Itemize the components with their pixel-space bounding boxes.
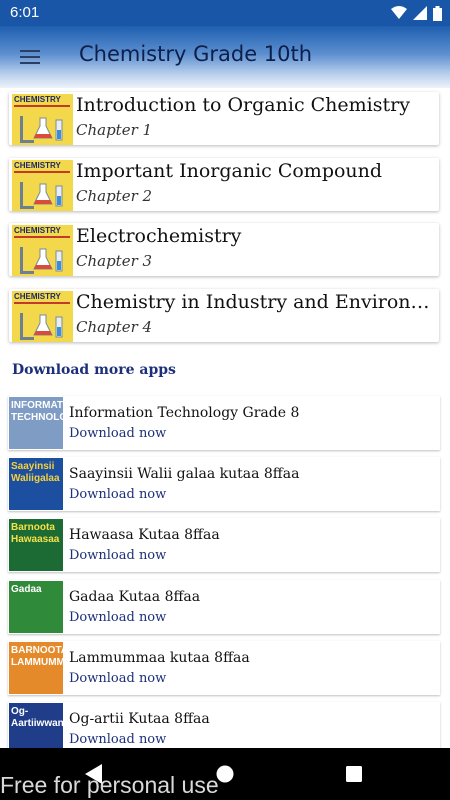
app-item-5[interactable]: BARNOOTA LAMMUMMAA Lammummaa kutaa 8ffaa…	[8, 641, 440, 695]
app-name: Information Technology Grade 8	[69, 405, 300, 421]
download-now-link[interactable]: Download now	[69, 548, 166, 563]
app-item-3[interactable]: Barnoota Hawaasaa Hawaasa Kutaa 8ffaa Do…	[8, 518, 440, 572]
chapter-title: Electrochemistry	[76, 225, 242, 247]
chapter-number: Chapter 4	[76, 318, 153, 336]
chapter-card-2[interactable]: CHEMISTRY Important Inorganic Compound C…	[9, 158, 439, 211]
app-thumbnail-text: BARNOOTA LAMMUMMAA	[11, 645, 63, 668]
status-time: 6:01	[10, 4, 40, 21]
book-cover-label: CHEMISTRY	[14, 226, 61, 235]
app-name: Og-artii Kutaa 8ffaa	[69, 711, 210, 727]
chapter-card-3[interactable]: CHEMISTRY Electrochemistry Chapter 3	[9, 223, 439, 276]
lab-equipment-icon	[20, 182, 63, 209]
app-name: Saayinsii Walii galaa kutaa 8ffaa	[69, 466, 300, 482]
book-cover-label: CHEMISTRY	[14, 161, 61, 170]
app-item-2[interactable]: Saayinsii Waliigalaa Saayinsii Walii gal…	[8, 457, 440, 511]
book-cover-thumbnail: CHEMISTRY	[12, 225, 73, 276]
app-thumbnail: Saayinsii Waliigalaa	[9, 458, 63, 510]
app-thumbnail-text: Barnoota Hawaasaa	[11, 522, 60, 545]
download-now-link[interactable]: Download now	[69, 671, 166, 686]
app-item-4[interactable]: Gadaa Gadaa Kutaa 8ffaa Download now	[8, 580, 440, 634]
app-name: Hawaasa Kutaa 8ffaa	[69, 527, 220, 543]
more-apps-heading: Download more apps	[12, 362, 176, 378]
app-title: Chemistry Grade 10th	[79, 42, 313, 66]
chapter-card-1[interactable]: CHEMISTRY Introduction to Organic Chemis…	[9, 92, 439, 145]
download-now-link[interactable]: Download now	[69, 426, 166, 441]
recents-square-icon[interactable]	[345, 765, 363, 783]
app-name: Gadaa Kutaa 8ffaa	[69, 589, 201, 605]
app-bar: Chemistry Grade 10th	[0, 26, 450, 88]
app-name: Lammummaa kutaa 8ffaa	[69, 650, 250, 666]
lab-equipment-icon	[20, 116, 63, 143]
app-thumbnail-text: INFORMATION TECHNOLOGY	[11, 400, 63, 423]
chapter-number: Chapter 1	[76, 121, 153, 139]
lab-equipment-icon	[20, 313, 63, 340]
app-thumbnail-text: Og-Aartiiwwan	[11, 706, 63, 729]
app-thumbnail: INFORMATION TECHNOLOGY	[9, 397, 63, 449]
download-now-link[interactable]: Download now	[69, 732, 166, 747]
download-now-link[interactable]: Download now	[69, 487, 166, 502]
app-item-1[interactable]: INFORMATION TECHNOLOGY Information Techn…	[8, 396, 440, 450]
chapter-number: Chapter 3	[76, 252, 153, 270]
chapter-title: Important Inorganic Compound	[76, 160, 383, 182]
signal-icon	[413, 6, 427, 20]
download-now-link[interactable]: Download now	[69, 610, 166, 625]
app-thumbnail-text: Saayinsii Waliigalaa	[11, 461, 60, 484]
wifi-icon	[391, 6, 407, 19]
book-cover-label: CHEMISTRY	[14, 95, 61, 104]
chapter-title: Introduction to Organic Chemistry	[76, 94, 410, 116]
lab-equipment-icon	[20, 247, 63, 274]
menu-icon[interactable]	[16, 45, 46, 69]
chapter-title: Chemistry in Industry and Environment	[76, 291, 432, 313]
book-cover-thumbnail: CHEMISTRY	[12, 160, 73, 211]
status-icons	[391, 4, 442, 22]
book-cover-thumbnail: CHEMISTRY	[12, 291, 73, 342]
app-thumbnail: Barnoota Hawaasaa	[9, 519, 63, 571]
book-cover-thumbnail: CHEMISTRY	[12, 94, 73, 145]
chapter-number: Chapter 2	[76, 187, 153, 205]
app-thumbnail: BARNOOTA LAMMUMMAA	[9, 642, 63, 694]
status-bar: 6:01	[0, 0, 450, 26]
app-thumbnail: Gadaa	[9, 581, 63, 633]
chapter-card-4[interactable]: CHEMISTRY Chemistry in Industry and Envi…	[9, 289, 439, 342]
battery-icon	[433, 5, 442, 21]
app-thumbnail-text: Gadaa	[11, 584, 42, 595]
book-cover-label: CHEMISTRY	[14, 292, 61, 301]
watermark-text: Free for personal use	[0, 772, 219, 798]
